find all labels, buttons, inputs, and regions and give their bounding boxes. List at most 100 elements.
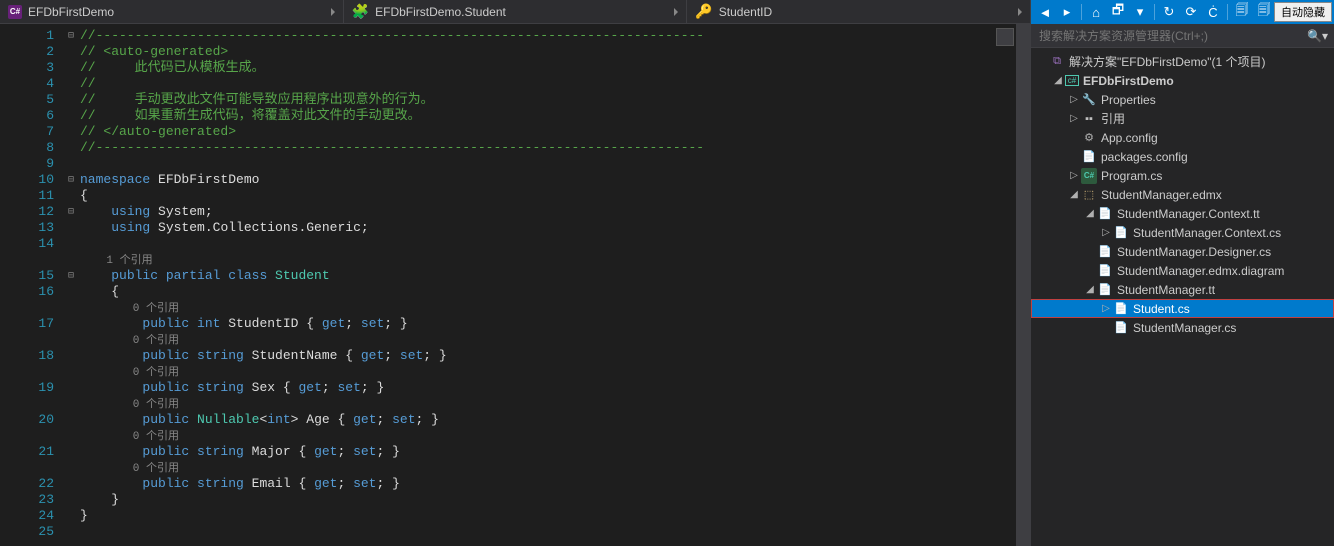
line-number	[0, 460, 54, 476]
codelens-line[interactable]: 0 个引用	[80, 428, 1016, 444]
preview-icon[interactable]: 🗐	[1254, 2, 1274, 22]
codelens-line[interactable]: 0 个引用	[80, 332, 1016, 348]
tree-item[interactable]: ▷🔧Properties	[1031, 90, 1334, 109]
fold-toggle[interactable]: ⊟	[62, 172, 80, 188]
codelens-line[interactable]: 1 个引用	[80, 252, 1016, 268]
tree-item[interactable]: 📄packages.config	[1031, 147, 1334, 166]
code-line: // 此代码已从模板生成。	[80, 60, 1016, 76]
tree-item[interactable]: ◢📄StudentManager.Context.tt	[1031, 204, 1334, 223]
expand-arrow-icon[interactable]: ▷	[1099, 227, 1113, 238]
code-line: public Nullable<int> Age { get; set; }	[80, 412, 1016, 428]
fold-toggle	[62, 124, 80, 140]
tree-label: StudentManager.edmx.diagram	[1117, 264, 1330, 278]
solution-explorer: ◄ ▸ ⌂ 🗗 ▾ ↻ ⟳ Ċ 🗐 🗐 自动隐藏 🔍▾ ⧉解决方案"EFDbFi…	[1030, 0, 1334, 546]
chevron-down-icon[interactable]: ▾	[1130, 2, 1150, 22]
vertical-scrollbar[interactable]	[1016, 24, 1030, 546]
split-view-button[interactable]	[996, 28, 1014, 46]
expand-arrow-icon[interactable]: ▷	[1067, 113, 1081, 124]
tree-item[interactable]: 📄StudentManager.Designer.cs	[1031, 242, 1334, 261]
line-number: 17	[0, 316, 54, 332]
fold-toggle	[62, 108, 80, 124]
search-icon[interactable]: 🔍▾	[1301, 29, 1334, 43]
expand-arrow-icon[interactable]: ◢	[1083, 284, 1097, 295]
tree-label: Program.cs	[1101, 169, 1330, 183]
codelens-line[interactable]: 0 个引用	[80, 364, 1016, 380]
expand-arrow-icon[interactable]: ▷	[1099, 303, 1113, 314]
tree-label: StudentManager.tt	[1117, 283, 1330, 297]
code-content[interactable]: //--------------------------------------…	[80, 24, 1016, 546]
code-line: public string StudentName { get; set; }	[80, 348, 1016, 364]
bc-class-label: EFDbFirstDemo.Student	[375, 5, 506, 19]
fold-column: ⊟ ⊟ ⊟ ⊟	[62, 24, 80, 546]
search-input[interactable]	[1031, 29, 1301, 43]
expand-arrow-icon[interactable]: ◢	[1067, 189, 1081, 200]
chevron-down-icon	[674, 8, 678, 16]
line-number	[0, 300, 54, 316]
line-number: 25	[0, 524, 54, 540]
tree-item[interactable]: ⚙App.config	[1031, 128, 1334, 147]
fold-toggle	[62, 396, 80, 412]
solution-tree: ⧉解决方案"EFDbFirstDemo"(1 个项目)◢c#EFDbFirstD…	[1031, 48, 1334, 546]
expand-arrow-icon[interactable]: ▷	[1067, 170, 1081, 181]
fold-toggle	[62, 508, 80, 524]
config-icon: ⚙	[1081, 130, 1097, 146]
line-number: 2	[0, 44, 54, 60]
collapse-icon[interactable]: ↻	[1159, 2, 1179, 22]
codelens-line[interactable]: 0 个引用	[80, 460, 1016, 476]
tree-item[interactable]: ◢📄 StudentManager.tt	[1031, 280, 1334, 299]
code-line: {	[80, 284, 1016, 300]
csharp-icon: C#	[8, 5, 22, 19]
line-number: 4	[0, 76, 54, 92]
auto-hide-button[interactable]: 自动隐藏	[1274, 2, 1332, 22]
fold-toggle[interactable]: ⊟	[62, 268, 80, 284]
fold-toggle[interactable]: ⊟	[62, 204, 80, 220]
expand-arrow-icon[interactable]: ◢	[1083, 208, 1097, 219]
line-number: 22	[0, 476, 54, 492]
tree-item[interactable]: ◢c#EFDbFirstDemo	[1031, 71, 1334, 90]
breadcrumb-member[interactable]: 🔑 StudentID	[686, 0, 1030, 23]
sync-icon[interactable]: 🗗	[1108, 2, 1128, 22]
line-number	[0, 364, 54, 380]
tree-label: StudentManager.cs	[1133, 321, 1330, 335]
tt-icon: 📄	[1097, 206, 1113, 222]
fold-toggle	[62, 332, 80, 348]
properties-icon[interactable]: 🗐	[1232, 2, 1252, 22]
fold-toggle	[62, 76, 80, 92]
expand-arrow-icon[interactable]: ▷	[1067, 94, 1081, 105]
breadcrumb-project[interactable]: C# EFDbFirstDemo	[0, 0, 343, 23]
fold-toggle[interactable]: ⊟	[62, 28, 80, 44]
fold-toggle	[62, 60, 80, 76]
tree-item[interactable]: 📄StudentManager.cs	[1031, 318, 1334, 337]
forward-icon[interactable]: ▸	[1057, 2, 1077, 22]
tree-label: Properties	[1101, 93, 1330, 107]
code-line	[80, 156, 1016, 172]
tree-item[interactable]: ◢⬚StudentManager.edmx	[1031, 185, 1334, 204]
fold-toggle	[62, 380, 80, 396]
code-line: // <auto-generated>	[80, 44, 1016, 60]
refresh-icon[interactable]: Ċ	[1203, 2, 1223, 22]
code-line: }	[80, 508, 1016, 524]
tree-item[interactable]: 📄StudentManager.edmx.diagram	[1031, 261, 1334, 280]
codelens-line[interactable]: 0 个引用	[80, 300, 1016, 316]
line-number: 8	[0, 140, 54, 156]
show-all-icon[interactable]: ⟳	[1181, 2, 1201, 22]
tree-item[interactable]: ⧉解决方案"EFDbFirstDemo"(1 个项目)	[1031, 52, 1334, 71]
tree-item[interactable]: ▷▪▪引用	[1031, 109, 1334, 128]
tree-item[interactable]: ▷📄Student.cs	[1031, 299, 1334, 318]
tree-item[interactable]: ▷C#Program.cs	[1031, 166, 1334, 185]
bc-member-label: StudentID	[719, 5, 772, 19]
tt-icon: 📄	[1097, 282, 1113, 298]
line-number: 13	[0, 220, 54, 236]
fold-toggle	[62, 348, 80, 364]
editor-body[interactable]: 1234567891011121314151617181920212223242…	[0, 24, 1030, 546]
expand-arrow-icon[interactable]: ◢	[1051, 75, 1065, 86]
back-icon[interactable]: ◄	[1035, 2, 1055, 22]
codelens-line[interactable]: 0 个引用	[80, 396, 1016, 412]
tree-label: StudentManager.edmx	[1101, 188, 1330, 202]
fold-toggle	[62, 252, 80, 268]
fold-toggle	[62, 444, 80, 460]
breadcrumb-class[interactable]: 🧩 EFDbFirstDemo.Student	[343, 0, 687, 23]
tree-item[interactable]: ▷📄StudentManager.Context.cs	[1031, 223, 1334, 242]
home-icon[interactable]: ⌂	[1086, 2, 1106, 22]
code-line: }	[80, 492, 1016, 508]
